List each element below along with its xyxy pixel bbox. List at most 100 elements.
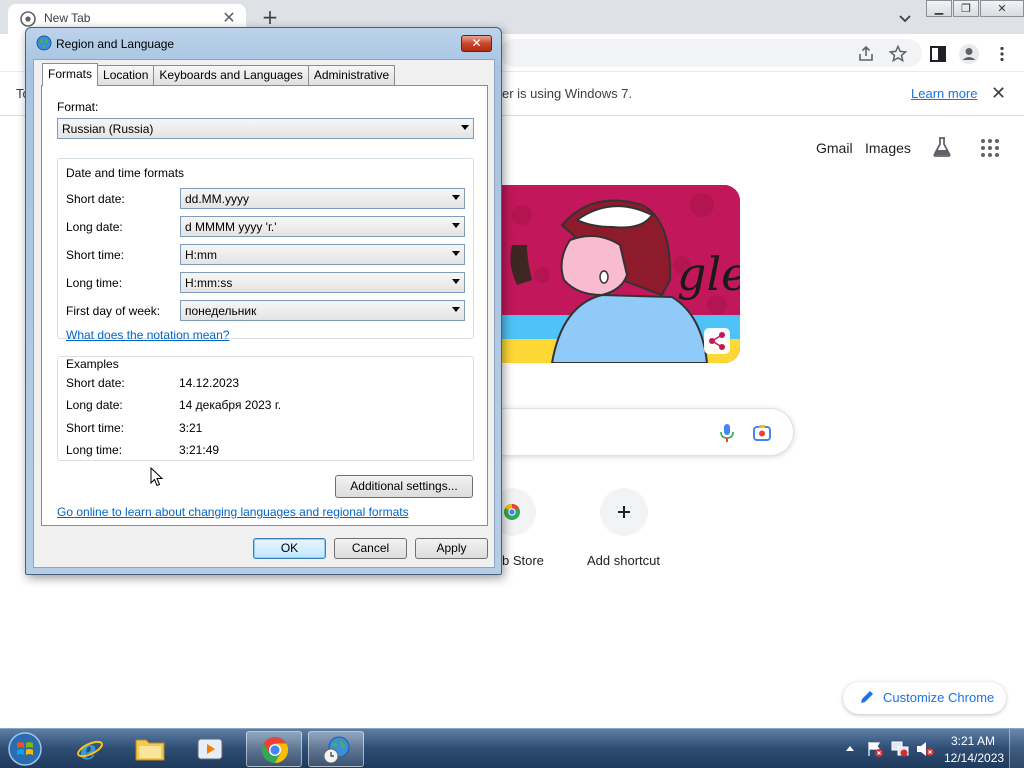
dialog-close-icon[interactable]: ✕: [461, 35, 492, 52]
customize-chrome-button[interactable]: Customize Chrome: [843, 682, 1006, 714]
internet-explorer-icon: e: [77, 736, 103, 764]
window-controls: ▁ ❐ ✕: [926, 0, 1024, 18]
kebab-menu-icon[interactable]: [992, 44, 1012, 64]
format-label: Format:: [57, 100, 99, 114]
example-long-time-label: Long time:: [66, 443, 123, 457]
shortcut-web-store-label: b Store: [502, 553, 544, 568]
learn-more-link[interactable]: Learn more: [911, 86, 977, 101]
tab-keyboards-languages[interactable]: Keyboards and Languages: [153, 65, 309, 85]
tab-formats[interactable]: Formats: [42, 63, 99, 86]
first-day-of-week-value: понедельник: [185, 304, 257, 318]
example-short-time-label: Short time:: [66, 421, 125, 435]
show-hidden-icons-icon[interactable]: [845, 744, 855, 752]
formats-panel: Format: Russian (Russia) Date and time f…: [41, 85, 488, 526]
short-time-value: H:mm: [185, 248, 217, 262]
profile-avatar-icon[interactable]: [958, 43, 980, 65]
restore-icon[interactable]: ❐: [953, 0, 979, 17]
dialog-tabs: Formats Location Keyboards and Languages…: [42, 63, 396, 86]
plus-icon: [618, 506, 630, 518]
dropdown-arrow-icon: [452, 279, 460, 284]
svg-text:e: e: [80, 736, 97, 764]
dropdown-arrow-icon: [461, 125, 469, 130]
doodle-illustration: gle: [502, 185, 740, 363]
taskbar-media-player[interactable]: [182, 731, 238, 767]
notation-help-link[interactable]: What does the notation mean?: [66, 328, 229, 342]
example-long-date-label: Long date:: [66, 398, 123, 412]
action-center-flag-icon[interactable]: [866, 740, 884, 758]
google-doodle[interactable]: gle: [502, 185, 740, 363]
go-online-link[interactable]: Go online to learn about changing langua…: [57, 505, 409, 519]
show-desktop-button[interactable]: [1009, 729, 1024, 768]
example-short-date-label: Short date:: [66, 376, 125, 390]
taskbar-google-chrome[interactable]: [246, 731, 302, 767]
minimize-icon[interactable]: ▁: [926, 0, 952, 17]
dialog-client-area: Formats Location Keyboards and Languages…: [33, 59, 495, 568]
tab-title: New Tab: [44, 11, 91, 25]
infobar-text-right: er is using Windows 7.: [502, 86, 633, 101]
first-day-of-week-label: First day of week:: [66, 304, 161, 318]
example-long-date-value: 14 декабря 2023 г.: [179, 398, 282, 412]
windows-taskbar: e 3:21 AM 12/14/2023: [0, 728, 1024, 768]
chrome-web-store-icon: [504, 503, 520, 520]
globe-clock-icon: [323, 736, 350, 764]
long-date-select[interactable]: d MMMM yyyy 'г.': [180, 216, 465, 237]
voice-search-mic-icon[interactable]: [718, 423, 736, 443]
apps-grid-icon[interactable]: [980, 138, 1000, 158]
clock-date[interactable]: 12/14/2023: [944, 751, 1004, 765]
tab-location[interactable]: Location: [97, 65, 155, 85]
apply-button[interactable]: Apply: [415, 538, 488, 559]
infobar-close-icon[interactable]: ✕: [991, 83, 1006, 104]
media-player-icon: [197, 738, 223, 760]
short-date-value: dd.MM.yyyy: [185, 192, 250, 206]
globe-icon: [36, 35, 52, 51]
dropdown-arrow-icon: [452, 307, 460, 312]
pencil-icon: [861, 691, 873, 703]
clock-time[interactable]: 3:21 AM: [951, 734, 995, 748]
labs-flask-icon[interactable]: [930, 135, 954, 159]
dropdown-arrow-icon: [452, 251, 460, 256]
add-shortcut-button[interactable]: [600, 488, 648, 536]
format-select[interactable]: Russian (Russia): [57, 118, 474, 139]
example-long-time-value: 3:21:49: [179, 443, 220, 457]
side-panel-icon[interactable]: [928, 44, 948, 64]
first-day-of-week-select[interactable]: понедельник: [180, 300, 465, 321]
examples-group-label: Examples: [66, 357, 119, 371]
share-icon[interactable]: [856, 44, 876, 64]
tab-close-icon[interactable]: ✕: [220, 9, 238, 27]
folder-icon: [135, 739, 165, 761]
svg-text:gle: gle: [677, 247, 740, 301]
date-time-group-label: Date and time formats: [66, 166, 185, 180]
format-select-value: Russian (Russia): [62, 122, 154, 136]
ok-button[interactable]: OK: [253, 538, 326, 559]
network-icon[interactable]: [891, 740, 909, 758]
gmail-link[interactable]: Gmail: [816, 140, 853, 156]
short-time-label: Short time:: [66, 248, 125, 262]
long-date-label: Long date:: [66, 220, 123, 234]
taskbar-region-language[interactable]: [308, 731, 364, 767]
long-time-select[interactable]: H:mm:ss: [180, 272, 465, 293]
images-link[interactable]: Images: [865, 140, 911, 156]
dropdown-arrow-icon: [452, 195, 460, 200]
google-lens-camera-icon[interactable]: [752, 423, 772, 443]
mouse-cursor-icon: [150, 467, 164, 487]
dropdown-arrow-icon: [452, 223, 460, 228]
cancel-button[interactable]: Cancel: [334, 538, 407, 559]
taskbar-internet-explorer[interactable]: e: [62, 731, 118, 767]
chevron-down-icon[interactable]: [895, 8, 915, 28]
windows-start-orb-icon[interactable]: [6, 731, 44, 767]
google-chrome-icon: [262, 736, 289, 764]
short-date-select[interactable]: dd.MM.yyyy: [180, 188, 465, 209]
bookmark-star-icon[interactable]: [888, 44, 908, 64]
volume-muted-icon[interactable]: [915, 740, 935, 758]
tab-administrative[interactable]: Administrative: [307, 65, 396, 85]
additional-settings-button[interactable]: Additional settings...: [335, 475, 473, 498]
example-short-date-value: 14.12.2023: [179, 376, 240, 390]
short-time-select[interactable]: H:mm: [180, 244, 465, 265]
dialog-title: Region and Language: [56, 37, 175, 51]
short-date-label: Short date:: [66, 192, 125, 206]
ntp-search-box[interactable]: [502, 408, 794, 456]
window-close-icon[interactable]: ✕: [980, 0, 1024, 17]
taskbar-file-explorer[interactable]: [122, 731, 178, 767]
chrome-favicon-icon: [20, 11, 36, 27]
customize-chrome-label: Customize Chrome: [883, 690, 995, 705]
